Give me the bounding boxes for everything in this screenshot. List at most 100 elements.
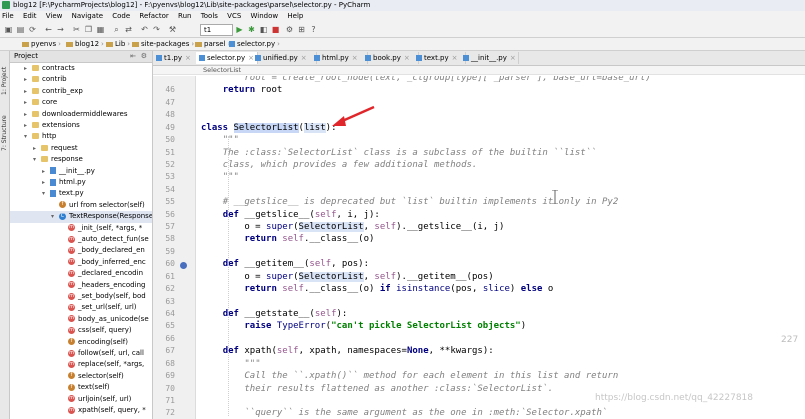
back-arrow-icon[interactable]: ← <box>44 25 53 34</box>
chevron-down-icon[interactable]: ▾ <box>51 211 59 222</box>
close-tab-icon[interactable]: × <box>301 54 307 62</box>
editor-tab[interactable]: text.py × <box>413 52 466 64</box>
redo-icon[interactable]: ↷ <box>152 25 161 34</box>
gear-icon[interactable]: ⚙ <box>141 51 147 62</box>
breadcrumb-site-packages[interactable]: site-packages › <box>130 38 196 50</box>
code-line[interactable]: ``query`` is the same argument as the on… <box>201 407 607 419</box>
override-marker-icon[interactable] <box>180 262 187 269</box>
menu-vcs[interactable]: VCS <box>227 12 241 20</box>
tree-item[interactable]: ▸ core <box>10 97 152 108</box>
chevron-right-icon[interactable]: ▸ <box>42 166 50 177</box>
editor-tab[interactable]: selector.py × <box>196 52 258 64</box>
code-line[interactable]: def __getstate__(self): <box>201 308 348 320</box>
chevron-right-icon[interactable]: ▸ <box>24 63 32 74</box>
breadcrumb-pyenvs[interactable]: pyenvs › <box>20 38 63 50</box>
undo-icon[interactable]: ↶ <box>140 25 149 34</box>
tree-item[interactable]: m _set_url(self, url) <box>10 302 152 313</box>
close-tab-icon[interactable]: × <box>452 54 458 62</box>
chevron-right-icon[interactable]: ▸ <box>24 120 32 131</box>
code-line[interactable]: Call the ``.xpath()`` method for each el… <box>201 370 618 382</box>
breadcrumb-blog12[interactable]: blog12 › <box>64 38 106 50</box>
menu-run[interactable]: Run <box>178 12 191 20</box>
collapse-all-icon[interactable]: ⇤ <box>130 51 136 62</box>
breadcrumb-selector-py[interactable]: selector.py › <box>227 38 282 50</box>
open-folder-icon[interactable]: ▣ <box>4 25 13 34</box>
cut-icon[interactable]: ✂ <box>72 25 81 34</box>
code-line[interactable]: The :class:`SelectorList` class is a sub… <box>201 147 597 159</box>
run-icon[interactable]: ▶ <box>235 25 244 34</box>
tree-item[interactable]: ▸ downloadermiddlewares <box>10 109 152 120</box>
code-line[interactable]: def __getitem__(self, pos): <box>201 258 369 270</box>
run-configuration-select[interactable]: t1 <box>200 24 233 36</box>
tree-item[interactable]: m body_as_unicode(se <box>10 314 152 325</box>
tree-item[interactable]: f url from selector(self) <box>10 200 152 211</box>
code-line[interactable]: their results flattened as another :clas… <box>201 383 553 395</box>
project-panel-title[interactable]: Project <box>14 52 38 60</box>
find-icon[interactable]: ⌕ <box>112 25 121 34</box>
close-tab-icon[interactable]: × <box>352 54 358 62</box>
coverage-icon[interactable]: ◧ <box>259 25 268 34</box>
build-icon[interactable]: ⚒ <box>168 25 177 34</box>
close-tab-icon[interactable]: × <box>404 54 410 62</box>
copy-icon[interactable]: ❐ <box>84 25 93 34</box>
code-line[interactable]: return root <box>201 84 283 96</box>
editor-structure-breadcrumb[interactable]: SelectorList <box>153 66 805 75</box>
stop-icon[interactable]: ■ <box>271 25 280 34</box>
chevron-right-icon[interactable]: ▸ <box>24 86 32 97</box>
chevron-right-icon[interactable]: ▸ <box>24 74 32 85</box>
editor-tab[interactable]: unified.py × <box>252 52 317 64</box>
tree-item[interactable]: ▾ C TextResponse(Response) <box>10 211 152 223</box>
tree-item[interactable]: ▸ html.py <box>10 177 152 188</box>
tree-item[interactable]: m _declared_encodin <box>10 268 152 279</box>
tree-item[interactable]: ▸ __init__.py <box>10 166 152 177</box>
tree-item[interactable]: f selector(self) <box>10 371 152 382</box>
menu-code[interactable]: Code <box>112 12 130 20</box>
menu-edit[interactable]: Edit <box>23 12 37 20</box>
chevron-right-icon[interactable]: ▸ <box>24 109 32 120</box>
code-line[interactable]: class SelectorList(list): <box>201 122 337 134</box>
chevron-right-icon[interactable]: ▸ <box>33 143 41 154</box>
tree-item[interactable]: ▸ extensions <box>10 120 152 131</box>
tree-item[interactable]: ▾ http <box>10 131 152 142</box>
line-number-gutter[interactable]: 46 47 48 49 50 51 52 53 54 55 56 57 58 59 60 61 62 63 64 65… <box>153 76 196 419</box>
close-tab-icon[interactable]: × <box>510 54 516 62</box>
settings-icon[interactable]: ⚙ <box>285 25 294 34</box>
code-line[interactable]: def xpath(self, xpath, namespaces=None, … <box>201 345 494 357</box>
menu-help[interactable]: Help <box>287 12 303 20</box>
tree-item[interactable]: m urljoin(self, url) <box>10 394 152 405</box>
tree-item[interactable]: m _auto_detect_fun(se <box>10 234 152 245</box>
tree-item[interactable]: f encoding(self) <box>10 337 152 348</box>
code-line[interactable]: """ <box>201 171 239 183</box>
tree-item[interactable]: m xpath(self, query, * <box>10 405 152 416</box>
tree-item[interactable]: ▸ contrib_exp <box>10 86 152 97</box>
tree-item[interactable]: m replace(self, *args, <box>10 359 152 370</box>
tree-item[interactable]: ▾ response <box>10 154 152 165</box>
paste-icon[interactable]: ▦ <box>96 25 105 34</box>
sync-icon[interactable]: ⟳ <box>28 25 37 34</box>
tree-item[interactable]: m follow(self, url, call <box>10 348 152 359</box>
structure-tool-button[interactable]: 7: Structure <box>1 101 8 151</box>
tree-item[interactable]: m _init_(self, *args, * <box>10 223 152 234</box>
tree-item[interactable]: ▸ contracts <box>10 63 152 74</box>
code-line[interactable]: class, which provides a few additional m… <box>201 159 478 171</box>
chevron-down-icon[interactable]: ▾ <box>33 154 41 165</box>
code-line[interactable]: o = super(SelectorList, self).__getslice… <box>201 221 504 233</box>
close-tab-icon[interactable]: × <box>185 54 191 62</box>
editor-tab[interactable]: t1.py × <box>153 52 202 64</box>
structure-icon[interactable]: ⊞ <box>297 25 306 34</box>
editor-tab[interactable]: __init__.py × <box>460 52 519 64</box>
chevron-right-icon[interactable]: ▸ <box>24 97 32 108</box>
forward-arrow-icon[interactable]: → <box>56 25 65 34</box>
chevron-down-icon[interactable]: ▾ <box>24 131 32 142</box>
code-line[interactable]: """ <box>201 358 260 370</box>
code-line[interactable]: root = create_root_node(text, _ctgroup[t… <box>201 76 650 84</box>
tree-item[interactable]: m _set_body(self, bod <box>10 291 152 302</box>
menu-refactor[interactable]: Refactor <box>139 12 168 20</box>
replace-icon[interactable]: ⇄ <box>124 25 133 34</box>
project-tool-button[interactable]: 1: Project <box>1 55 8 95</box>
debug-icon[interactable]: ✱ <box>247 25 256 34</box>
tree-item[interactable]: m _body_declared_en <box>10 245 152 256</box>
tree-item[interactable]: ▸ contrib <box>10 74 152 85</box>
code-line[interactable]: return self.__class__(o) if isinstance(p… <box>201 283 553 295</box>
help-icon[interactable]: ? <box>309 25 318 34</box>
